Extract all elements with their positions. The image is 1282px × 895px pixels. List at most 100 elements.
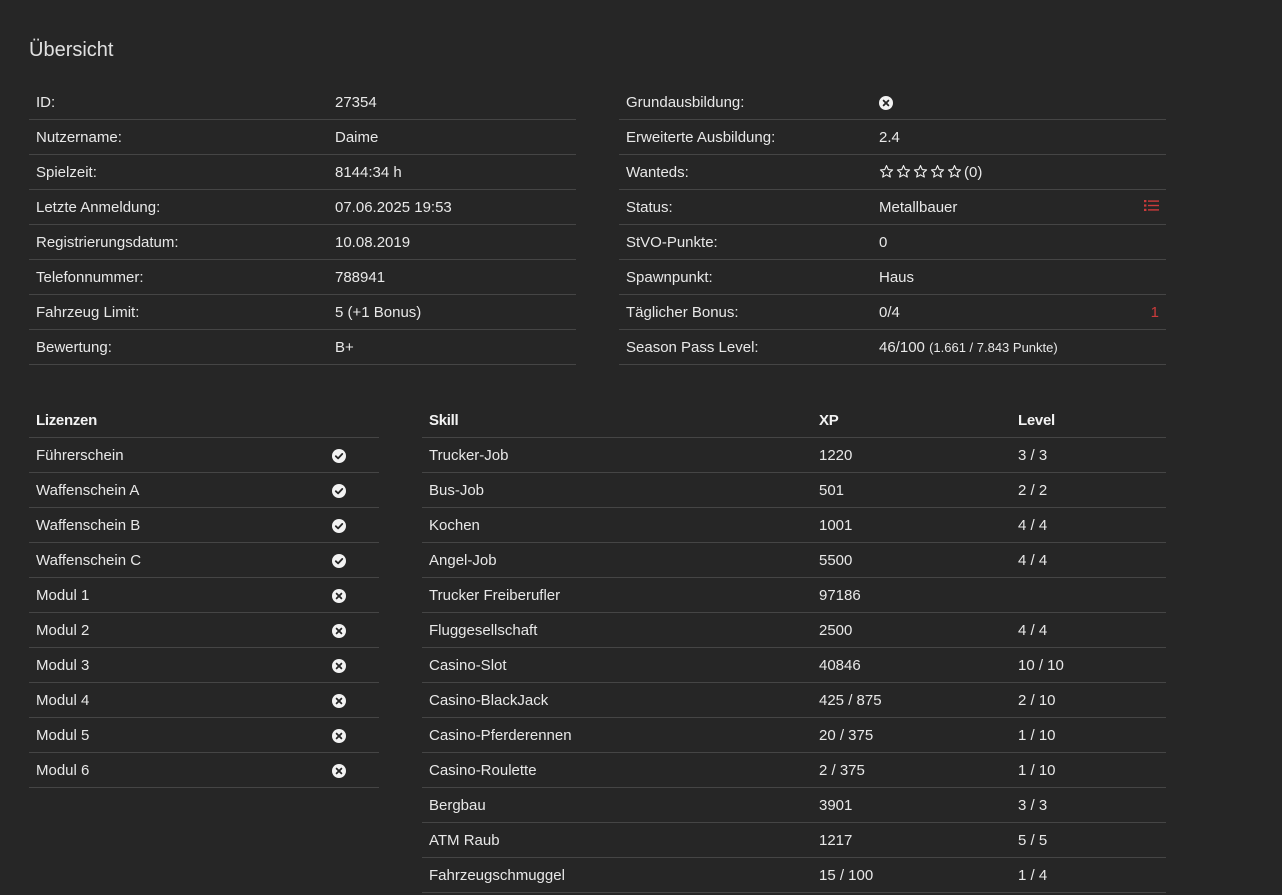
skill-level: 3 / 3 (1011, 437, 1166, 473)
info-value: Metallbauer (872, 189, 1130, 225)
skill-skill: Casino-Pferderennen (422, 717, 812, 753)
skill-xp: 1220 (812, 437, 1011, 473)
star-icon (896, 164, 913, 181)
bonus-count-badge[interactable]: 1 (1130, 294, 1166, 330)
skill-level: 5 / 5 (1011, 822, 1166, 858)
x-circle-icon (332, 728, 346, 743)
star-icon (913, 164, 930, 181)
page-title: Übersicht (29, 39, 114, 61)
skill-level: 4 / 4 (1011, 507, 1166, 543)
license-row: Waffenschein A (29, 472, 379, 508)
info-value: 07.06.2025 19:53 (328, 189, 576, 225)
star-icon (879, 164, 896, 181)
skill-row: Fluggesellschaft 2500 4 / 4 (422, 612, 1166, 648)
info-value: 27354 (328, 85, 576, 120)
check-circle-icon (332, 448, 346, 463)
info-label: Letzte Anmeldung: (29, 189, 328, 225)
level-header: Level (1011, 403, 1166, 438)
skill-row: Casino-Roulette 2 / 375 1 / 10 (422, 752, 1166, 788)
info-label: Status: (619, 189, 872, 225)
info-value: B+ (328, 329, 576, 365)
skill-row: ATM Raub 1217 5 / 5 (422, 822, 1166, 858)
license-row: Waffenschein B (29, 507, 379, 543)
x-circle-icon (879, 95, 893, 110)
skill-row: Bus-Job 501 2 / 2 (422, 472, 1166, 508)
license-row: Modul 2 (29, 612, 379, 648)
x-circle-icon (332, 658, 346, 673)
license-name: Waffenschein A (29, 472, 325, 508)
skill-row: Trucker-Job 1220 3 / 3 (422, 437, 1166, 473)
info-value: 0/4 (872, 294, 1130, 330)
skill-skill: ATM Raub (422, 822, 812, 858)
info-row-season: Season Pass Level: 46/100 (1.661 / 7.843… (619, 329, 1166, 365)
info-value: 788941 (328, 259, 576, 295)
info-label: Täglicher Bonus: (619, 294, 872, 330)
skill-level: 1 / 10 (1011, 717, 1166, 753)
license-name: Modul 1 (29, 577, 325, 613)
license-row: Führerschein (29, 437, 379, 473)
skill-level: 10 / 10 (1011, 647, 1166, 683)
skill-skill: Casino-BlackJack (422, 682, 812, 718)
skill-skill: Casino-Roulette (422, 752, 812, 788)
skill-level: 4 / 4 (1011, 612, 1166, 648)
license-name: Modul 3 (29, 647, 325, 683)
license-status (325, 717, 379, 753)
licenses-header: Lizenzen (29, 403, 325, 438)
x-circle-icon (332, 588, 346, 603)
season-value: 46/100 (1.661 / 7.843 Punkte) (872, 329, 1130, 365)
license-status (325, 507, 379, 543)
check-circle-icon (332, 518, 346, 533)
info-row: ID: 27354 (29, 85, 576, 120)
info-row-stvo: StVO-Punkte: 0 (619, 224, 1166, 260)
info-label: Fahrzeug Limit: (29, 294, 328, 330)
skill-level: 3 / 3 (1011, 787, 1166, 823)
info-row-grundausbildung: Grundausbildung: (619, 85, 1166, 120)
list-icon[interactable] (1144, 199, 1159, 216)
info-row: Nutzername: Daime (29, 119, 576, 155)
skill-xp: 1001 (812, 507, 1011, 543)
license-name: Modul 6 (29, 752, 325, 788)
info-label: Season Pass Level: (619, 329, 872, 365)
info-value: Haus (872, 259, 1130, 295)
skill-level: 4 / 4 (1011, 542, 1166, 578)
license-row: Waffenschein C (29, 542, 379, 578)
license-status (325, 647, 379, 683)
info-row-status: Status: Metallbauer (619, 189, 1166, 225)
star-icon (930, 164, 947, 181)
info-row-erweiterte: Erweiterte Ausbildung: 2.4 (619, 119, 1166, 155)
license-status (325, 472, 379, 508)
license-row: Modul 5 (29, 717, 379, 753)
skill-row: Bergbau 3901 3 / 3 (422, 787, 1166, 823)
info-value: 0 (872, 224, 1130, 260)
license-name: Modul 2 (29, 612, 325, 648)
info-row-wanteds: Wanteds: (0) (619, 154, 1166, 190)
info-row: Bewertung: B+ (29, 329, 576, 365)
check-circle-icon (332, 553, 346, 568)
skill-xp: 1217 (812, 822, 1011, 858)
info-label: Grundausbildung: (619, 85, 872, 120)
skill-row: Angel-Job 5500 4 / 4 (422, 542, 1166, 578)
skill-skill: Bus-Job (422, 472, 812, 508)
license-status (325, 612, 379, 648)
skill-xp: 20 / 375 (812, 717, 1011, 753)
wanteds-value: (0) (872, 154, 1130, 190)
license-row: Modul 1 (29, 577, 379, 613)
skill-xp: 3901 (812, 787, 1011, 823)
info-label: Erweiterte Ausbildung: (619, 119, 872, 155)
account-info-table: ID: 27354 Nutzername: Daime Spielzeit: 8144:3… (29, 85, 576, 365)
license-name: Waffenschein B (29, 507, 325, 543)
skill-xp: 40846 (812, 647, 1011, 683)
skill-row: Casino-Pferderennen 20 / 375 1 / 10 (422, 717, 1166, 753)
info-label: Bewertung: (29, 329, 328, 365)
license-status (325, 752, 379, 788)
skill-skill: Bergbau (422, 787, 812, 823)
character-info-table: Grundausbildung: Erweiterte Ausbildung: … (619, 85, 1166, 365)
license-name: Modul 4 (29, 682, 325, 718)
star-icon (947, 164, 964, 181)
skill-level: 2 / 2 (1011, 472, 1166, 508)
skill-skill: Trucker Freiberufler (422, 577, 812, 613)
skill-level: 2 / 10 (1011, 682, 1166, 718)
skill-xp: 15 / 100 (812, 857, 1011, 893)
info-row: Spielzeit: 8144:34 h (29, 154, 576, 190)
skill-level (1011, 577, 1166, 613)
